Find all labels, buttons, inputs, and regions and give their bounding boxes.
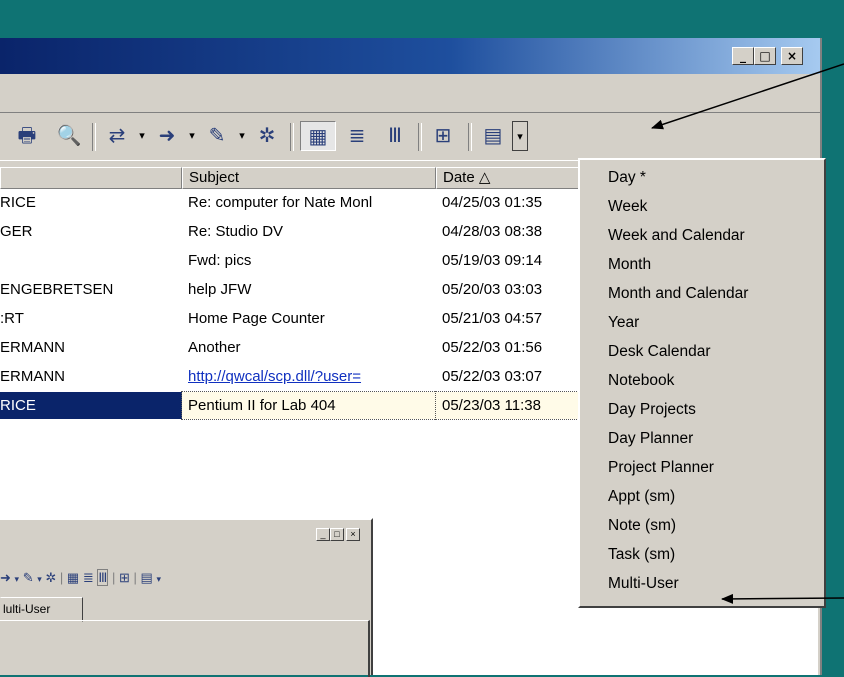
- row-from-cell: RICE: [0, 392, 182, 419]
- row-subject-cell: help JFW: [188, 281, 252, 298]
- day-view-icon[interactable]: ▦: [300, 121, 336, 151]
- sub-separator: |: [133, 570, 137, 585]
- menu-item[interactable]: Week and Calendar: [608, 222, 745, 250]
- minimize-button[interactable]: _: [732, 47, 754, 65]
- row-date-cell: 05/20/03 03:03: [442, 281, 543, 298]
- table-row[interactable]: GER Re: Studio DV 04/28/03 08:38: [0, 218, 580, 245]
- sub-forward-icon[interactable]: ➜: [0, 570, 11, 585]
- edit-icon[interactable]: ✎: [200, 121, 234, 151]
- sub-content-area: [0, 620, 370, 677]
- row-from-cell: ERMANN: [0, 339, 66, 356]
- title-bar[interactable]: _ □ ×: [0, 38, 820, 74]
- send-receive-icon[interactable]: ⇄: [100, 121, 134, 151]
- toolbar-separator: [418, 123, 422, 151]
- sub-maximize-button[interactable]: □: [330, 528, 344, 541]
- row-subject-cell: Pentium II for Lab 404: [181, 391, 437, 420]
- column-header-date[interactable]: Date △: [436, 167, 582, 189]
- sub-close-button[interactable]: ×: [346, 528, 360, 541]
- toolbar: 🖶 🔍 ⇄ ▾ ➜ ▾ ✎ ▾ ✲ ▦ ≣ Ⅲ ⊞ ▤ ▾: [0, 113, 820, 161]
- menu-item[interactable]: Week: [608, 193, 647, 221]
- toolbar-separator: [468, 123, 472, 151]
- table-row[interactable]: RICE Re: computer for Nate Monl 04/25/03 0…: [0, 189, 580, 216]
- row-from-cell: ENGEBRETSEN: [0, 281, 114, 298]
- maximize-button[interactable]: □: [754, 47, 776, 65]
- sub-dropdown-icon[interactable]: ▾: [15, 574, 20, 584]
- table-row[interactable]: ENGEBRETSEN help JFW 05/20/03 03:03: [0, 276, 580, 303]
- menu-item[interactable]: Day *: [608, 164, 646, 192]
- row-from-cell: ERMANN: [0, 368, 66, 385]
- sub-dropdown-icon[interactable]: ▾: [37, 574, 42, 584]
- menu-item[interactable]: Desk Calendar: [608, 338, 711, 366]
- menu-item[interactable]: Note (sm): [608, 512, 676, 540]
- sub-new-icon[interactable]: ✲: [45, 570, 56, 585]
- row-date-cell: 05/19/03 09:14: [442, 252, 543, 269]
- menu-item[interactable]: Month: [608, 251, 651, 279]
- forward-dropdown-icon[interactable]: ▾: [186, 121, 198, 151]
- sub-toolbar: ➜ ▾ ✎ ▾ ✲ | ▦ ≣ Ⅲ | ⊞ | ▤ ▾: [0, 569, 161, 586]
- sub-planner-icon[interactable]: ⊞: [119, 570, 130, 585]
- menu-item[interactable]: Appt (sm): [608, 483, 675, 511]
- menu-item[interactable]: Month and Calendar: [608, 280, 748, 308]
- table-row[interactable]: :RT Home Page Counter 05/21/03 04:57: [0, 305, 580, 332]
- column-header-subject[interactable]: Subject: [182, 167, 436, 189]
- toolbar-separator: [92, 123, 96, 151]
- table-row[interactable]: RICE Pentium II for Lab 404 05/23/03 11:38: [0, 391, 581, 420]
- sub-dropdown-icon[interactable]: ▾: [156, 574, 161, 584]
- sub-week-view-icon[interactable]: ≣: [83, 570, 94, 585]
- view-dropdown-menu: Day * Week Week and Calendar Month Month and…: [578, 158, 826, 608]
- toolbar-separator: [290, 123, 294, 151]
- menu-bar: [0, 74, 820, 113]
- row-date-cell: 05/21/03 04:57: [442, 310, 543, 327]
- row-subject-cell: http://qwcal/scp.dll/?user=: [188, 368, 362, 385]
- new-icon[interactable]: ✲: [252, 121, 282, 151]
- row-date-cell: 05/23/03 11:38: [435, 391, 581, 420]
- menu-item[interactable]: Project Planner: [608, 454, 714, 482]
- menu-item[interactable]: Notebook: [608, 367, 674, 395]
- week-view-icon[interactable]: ≣: [340, 121, 374, 151]
- table-row[interactable]: ERMANN Another 05/22/03 01:56: [0, 334, 580, 361]
- menu-item[interactable]: Day Planner: [608, 425, 693, 453]
- table-row[interactable]: Fwd: pics 05/19/03 09:14: [0, 247, 580, 274]
- tab-multi-user[interactable]: lulti-User: [0, 597, 83, 622]
- sub-minimize-button[interactable]: _: [316, 528, 330, 541]
- menu-item[interactable]: Day Projects: [608, 396, 696, 424]
- row-from-cell: RICE: [0, 194, 36, 211]
- forward-icon[interactable]: ➜: [150, 121, 184, 151]
- preview-window: _ □ × ➜ ▾ ✎ ▾ ✲ | ▦ ≣ Ⅲ | ⊞ | ▤ ▾ lulti-…: [0, 518, 373, 677]
- row-subject-cell: Home Page Counter: [188, 310, 325, 327]
- sub-calendar-view-icon[interactable]: ▤: [141, 570, 153, 585]
- menu-item[interactable]: Year: [608, 309, 639, 337]
- row-date-cell: 05/22/03 01:56: [442, 339, 543, 356]
- edit-dropdown-icon[interactable]: ▾: [236, 121, 248, 151]
- close-button[interactable]: ×: [781, 47, 803, 65]
- row-subject-cell: Another: [188, 339, 241, 356]
- sub-edit-icon[interactable]: ✎: [23, 570, 34, 585]
- table-row[interactable]: ERMANN http://qwcal/scp.dll/?user= 05/22/0…: [0, 363, 580, 390]
- send-receive-dropdown-icon[interactable]: ▾: [136, 121, 148, 151]
- print-icon[interactable]: 🖶: [10, 121, 44, 151]
- row-subject-cell: Re: computer for Nate Monl: [188, 194, 373, 211]
- sub-separator: |: [59, 570, 64, 585]
- row-date-cell: 04/25/03 01:35: [442, 194, 543, 211]
- column-header-from[interactable]: [0, 167, 182, 189]
- row-date-cell: 05/22/03 03:07: [442, 368, 543, 385]
- row-subject-cell: Fwd: pics: [188, 252, 252, 269]
- view-dropdown-arrow-icon[interactable]: ▾: [512, 121, 528, 151]
- menu-item[interactable]: Task (sm): [608, 541, 675, 569]
- calendar-view-icon[interactable]: ▤: [476, 121, 510, 151]
- row-from-cell: GER: [0, 223, 33, 240]
- row-date-cell: 04/28/03 08:38: [442, 223, 543, 240]
- row-from-cell: :RT: [0, 310, 24, 327]
- row-from-cell: [0, 247, 182, 274]
- row-subject-cell: Re: Studio DV: [188, 223, 284, 240]
- planner-icon[interactable]: ⊞: [426, 121, 460, 151]
- sub-separator: |: [111, 570, 116, 585]
- column-view-icon[interactable]: Ⅲ: [378, 121, 412, 151]
- sub-day-view-icon[interactable]: ▦: [67, 570, 79, 585]
- menu-item[interactable]: Multi-User: [608, 570, 679, 598]
- sub-column-view-icon[interactable]: Ⅲ: [97, 569, 109, 586]
- find-icon[interactable]: 🔍: [52, 121, 86, 151]
